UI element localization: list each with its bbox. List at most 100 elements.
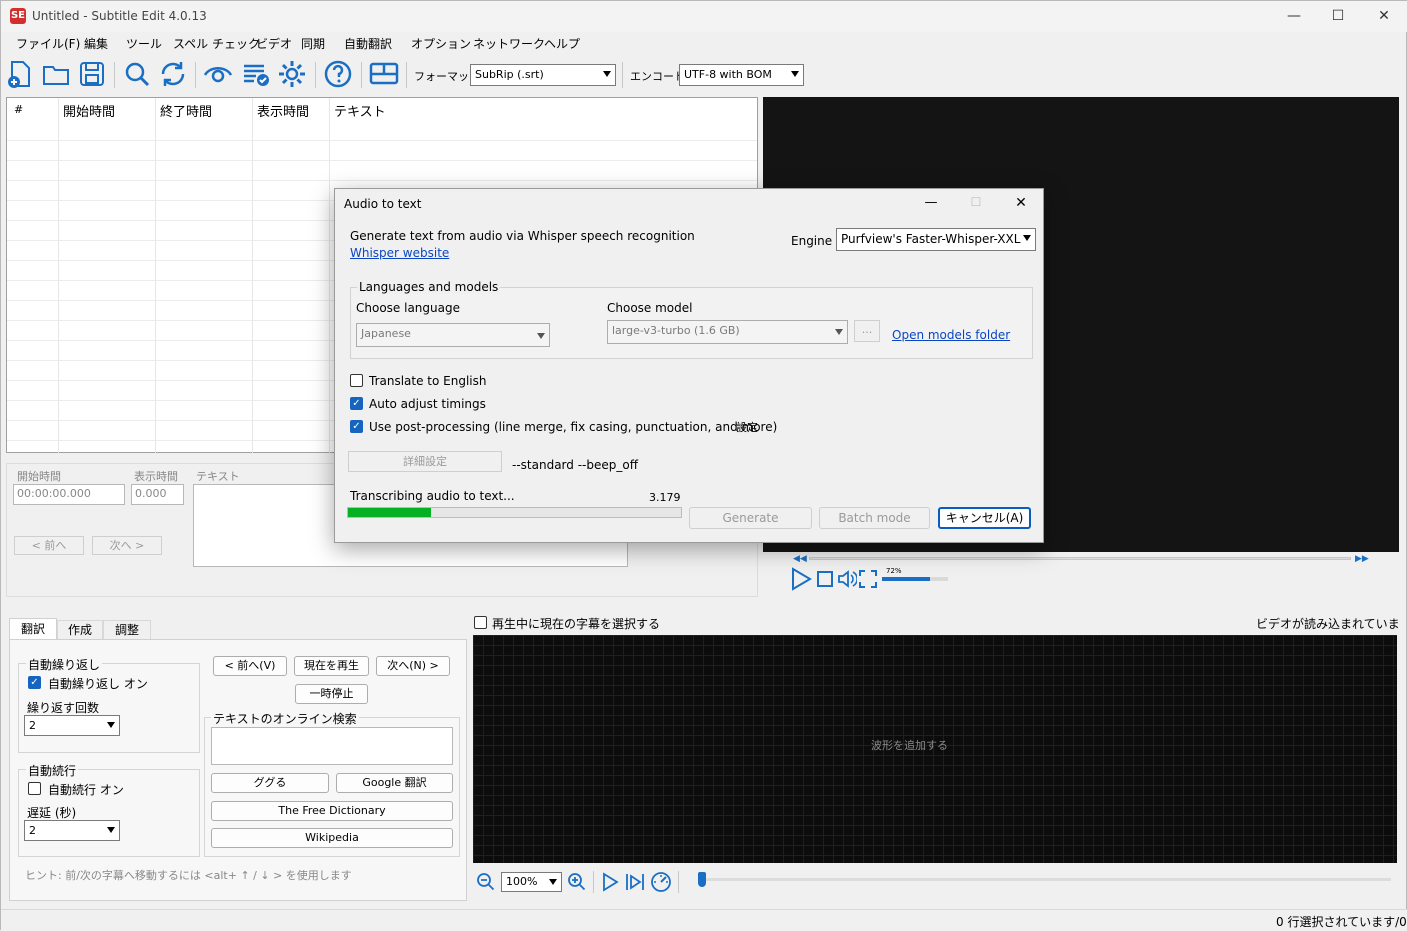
menu-sync[interactable]: 同期 [301, 35, 325, 52]
post-processing-settings-link[interactable]: 設定 [736, 419, 758, 435]
new-file-icon[interactable] [5, 59, 35, 89]
find-icon[interactable] [122, 59, 152, 89]
open-models-folder-link[interactable]: Open models folder [892, 328, 1010, 342]
prev-subtitle-button[interactable]: < 前へ(V) [213, 656, 287, 676]
column-header-number[interactable]: # [14, 103, 23, 116]
transcription-progress-bar [347, 507, 682, 518]
model-value: large-v3-turbo (1.6 GB) [612, 324, 740, 337]
waveform[interactable]: 波形を追加する [473, 635, 1397, 863]
start-time-input[interactable]: 00:00:00.000 [13, 484, 125, 505]
toolbar-separator [315, 62, 316, 88]
rewind-icon[interactable]: ◀◀ [793, 554, 807, 564]
zoom-select[interactable]: 100% [501, 872, 562, 892]
minimize-button[interactable]: — [1271, 1, 1317, 32]
menu-options[interactable]: オプション [411, 35, 471, 52]
advanced-args: --standard --beep_off [512, 458, 638, 472]
menu-video[interactable]: ビデオ [256, 35, 292, 52]
column-header-end[interactable]: 終了時間 [160, 101, 212, 120]
model-select[interactable]: large-v3-turbo (1.6 GB) [607, 320, 848, 344]
play-selection-icon[interactable] [601, 872, 619, 892]
repeat-count-select[interactable]: 2 [24, 715, 120, 736]
video-position-track[interactable] [809, 557, 1351, 560]
volume-slider[interactable] [882, 577, 948, 581]
generate-button[interactable]: Generate [689, 507, 812, 529]
menu-auto-translate[interactable]: 自動翻訳 [344, 35, 392, 52]
chevron-down-icon [791, 71, 799, 77]
settings-gear-icon[interactable] [277, 59, 307, 89]
dialog-minimize-button[interactable]: — [921, 195, 941, 210]
play-current-button[interactable]: 現在を再生 [294, 656, 369, 676]
maximize-button[interactable]: ☐ [1315, 1, 1361, 32]
browse-models-button[interactable]: ... [854, 320, 880, 342]
progress-text: Transcribing audio to text... [350, 489, 515, 503]
spell-check-icon[interactable] [241, 59, 271, 89]
wikipedia-button[interactable]: Wikipedia [211, 828, 453, 848]
save-icon[interactable] [77, 59, 107, 89]
tab-translate[interactable]: 翻訳 [9, 618, 57, 640]
help-icon[interactable] [323, 59, 353, 89]
duration-label: 表示時間 [134, 470, 178, 483]
replace-icon[interactable] [158, 59, 188, 89]
translate-to-english-checkbox[interactable] [350, 374, 363, 387]
next-line-button[interactable]: 次へ > [92, 536, 162, 555]
format-select[interactable]: SubRip (.srt) [470, 64, 616, 86]
fast-forward-icon[interactable]: ▶▶ [1355, 554, 1369, 564]
menu-help[interactable]: ヘルプ [544, 35, 580, 52]
next-subtitle-button[interactable]: 次へ(N) > [376, 656, 450, 676]
waveform-position-track[interactable] [701, 878, 1391, 881]
pause-button[interactable]: 一時停止 [295, 684, 368, 704]
google-it-button[interactable]: ググる [211, 773, 329, 793]
volume-percent: 72% [886, 567, 902, 575]
tab-create[interactable]: 作成 [57, 620, 103, 640]
batch-mode-button[interactable]: Batch mode [819, 507, 930, 529]
auto-adjust-timings-checkbox[interactable]: ✓ [350, 397, 363, 410]
grid-row-line [7, 180, 757, 181]
encoding-select[interactable]: UTF-8 with BOM [679, 64, 804, 86]
menu-tools[interactable]: ツール [126, 35, 162, 52]
play-range-icon[interactable] [625, 872, 645, 892]
search-text-input[interactable] [211, 727, 453, 765]
column-header-duration[interactable]: 表示時間 [257, 101, 309, 120]
toolbar-separator [114, 62, 115, 88]
post-processing-checkbox[interactable]: ✓ [350, 420, 363, 433]
prev-line-button[interactable]: < 前へ [14, 536, 84, 555]
engine-select[interactable]: Purfview's Faster-Whisper-XXL [836, 228, 1036, 251]
column-header-start[interactable]: 開始時間 [63, 101, 115, 120]
chevron-down-icon [549, 879, 557, 885]
column-header-text[interactable]: テキスト [334, 101, 386, 120]
playback-speed-icon[interactable] [650, 871, 672, 893]
zoom-out-icon[interactable] [476, 872, 496, 892]
delay-label: 遅延 (秒) [27, 806, 77, 820]
google-translate-button[interactable]: Google 翻訳 [336, 773, 453, 793]
advanced-settings-button[interactable]: 詳細設定 [348, 451, 502, 472]
play-icon[interactable] [789, 567, 813, 591]
select-current-checkbox[interactable] [474, 616, 487, 629]
visual-sync-icon[interactable] [203, 59, 233, 89]
menu-file[interactable]: ファイル(F) [16, 35, 80, 52]
delay-select[interactable]: 2 [24, 820, 120, 841]
stop-icon[interactable] [816, 570, 834, 588]
language-select[interactable]: Japanese [356, 323, 550, 347]
zoom-in-icon[interactable] [567, 872, 587, 892]
menu-edit[interactable]: 編集 [84, 35, 108, 52]
choose-model-label: Choose model [607, 301, 693, 315]
menu-spellcheck[interactable]: スペル チェック [173, 35, 260, 52]
duration-input[interactable]: 0.000 [131, 484, 184, 505]
open-folder-icon[interactable] [41, 59, 71, 89]
cancel-button[interactable]: キャンセル(A) [938, 507, 1031, 529]
volume-icon[interactable] [837, 569, 857, 589]
whisper-website-link[interactable]: Whisper website [350, 246, 449, 260]
auto-continue-checkbox[interactable] [28, 782, 41, 795]
dialog-close-button[interactable]: ✕ [1012, 195, 1030, 211]
waveform-position-thumb[interactable] [698, 872, 706, 887]
add-waveform-hint[interactable]: 波形を追加する [871, 737, 948, 753]
encoding-label: エンコード [630, 70, 685, 83]
tab-adjust[interactable]: 調整 [103, 620, 151, 640]
close-window-button[interactable]: ✕ [1361, 1, 1407, 32]
menu-network[interactable]: ネットワーク [473, 35, 545, 52]
layout-icon[interactable] [369, 59, 399, 89]
window-title: Untitled - Subtitle Edit 4.0.13 [32, 9, 207, 23]
free-dictionary-button[interactable]: The Free Dictionary [211, 801, 453, 821]
auto-repeat-checkbox[interactable]: ✓ [28, 676, 41, 689]
fullscreen-icon[interactable] [859, 570, 877, 588]
